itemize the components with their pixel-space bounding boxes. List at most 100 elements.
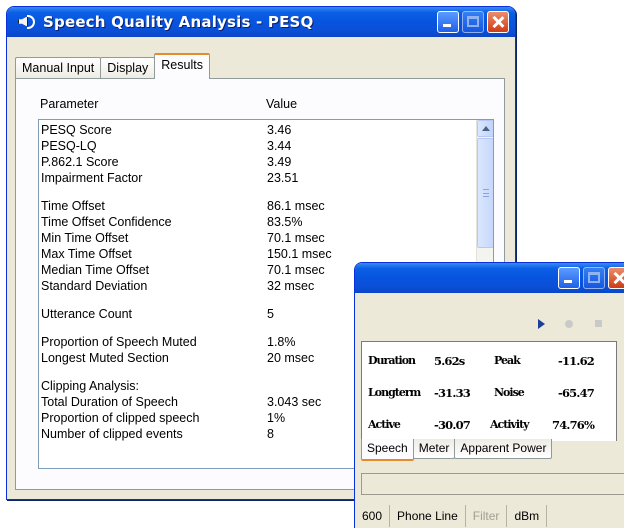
parameter-cell: Longest Muted Section <box>41 351 169 365</box>
value-cell: 70.1 msec <box>267 231 325 245</box>
value-cell <box>267 186 367 198</box>
tab-strip: Manual Input Display Results <box>15 53 210 79</box>
table-row: Proportion of Speech Muted 1.8% <box>41 334 367 350</box>
parameter-cell: Time Offset Confidence <box>41 215 172 229</box>
value-cell: 70.1 msec <box>267 263 325 277</box>
table-row <box>41 294 367 306</box>
reading-label: Peak <box>494 354 521 367</box>
parameter-cell: PESQ Score <box>41 123 112 137</box>
status-line-type: Phone Line <box>390 505 466 527</box>
status-bar: 600 Phone Line Filter dBm <box>355 505 624 528</box>
reading-label: Duration <box>368 354 416 367</box>
table-row: Number of clipped events 8 <box>41 426 367 442</box>
value-cell: 3.44 <box>267 139 292 153</box>
tab-apparent-power[interactable]: Apparent Power <box>454 439 553 459</box>
play-icon[interactable] <box>538 319 545 329</box>
reading-value: -11.62 <box>558 354 595 368</box>
maximize-icon <box>588 272 600 283</box>
close-icon <box>609 268 624 288</box>
parameter-cell <box>41 322 267 334</box>
table-row: PESQ-LQ 3.44 <box>41 138 367 154</box>
reading-value: 74.76% <box>552 418 595 432</box>
tab-meter[interactable]: Meter <box>412 439 456 459</box>
value-cell: 3.49 <box>267 155 292 169</box>
close-icon <box>488 12 508 32</box>
value-cell: 3.043 sec <box>267 395 322 409</box>
status-impedance: 600 <box>355 505 391 527</box>
reading-value: 5.62s <box>434 354 465 368</box>
parameter-cell: PESQ-LQ <box>41 139 97 153</box>
parameter-cell: P.862.1 Score <box>41 155 119 169</box>
reading-value: -31.33 <box>434 386 471 400</box>
tab-display[interactable]: Display <box>100 57 156 79</box>
value-cell: 5 <box>267 307 274 321</box>
reading-label: Active <box>368 418 401 431</box>
minimize-button[interactable] <box>437 11 459 33</box>
parameter-cell: Utterance Count <box>41 307 133 321</box>
value-cell <box>267 378 367 394</box>
parameter-cell: Min Time Offset <box>41 231 129 245</box>
reading-value: -65.47 <box>558 386 595 400</box>
table-row <box>41 322 367 334</box>
meter-titlebar[interactable] <box>355 263 624 293</box>
parameter-cell: Time Offset <box>41 199 105 213</box>
value-cell: 86.1 msec <box>267 199 325 213</box>
speaker-icon <box>17 14 35 30</box>
meter-minimize-button[interactable] <box>558 267 580 289</box>
value-cell: 1.8% <box>267 335 296 349</box>
parameter-cell: Proportion of Speech Muted <box>41 335 197 349</box>
scroll-thumb[interactable] <box>477 138 493 248</box>
parameter-cell: Number of clipped events <box>41 427 183 441</box>
parameter-cell: Total Duration of Speech <box>41 395 178 409</box>
tab-manual-input[interactable]: Manual Input <box>15 57 102 79</box>
tab-results[interactable]: Results <box>154 53 210 79</box>
value-cell: 32 msec <box>267 279 315 293</box>
parameter-cell: Clipping Analysis: <box>41 379 139 393</box>
table-row: Standard Deviation 32 msec <box>41 278 367 294</box>
window-title: Speech Quality Analysis - PESQ <box>43 13 314 31</box>
parameter-cell: Impairment Factor <box>41 171 143 185</box>
table-row: Median Time Offset 70.1 msec <box>41 262 367 278</box>
tab-speech[interactable]: Speech <box>361 439 414 461</box>
value-cell <box>267 366 367 378</box>
record-icon[interactable] <box>565 320 573 328</box>
value-cell: 20 msec <box>267 351 315 365</box>
transport-controls <box>355 317 624 331</box>
table-row: P.862.1 Score 3.49 <box>41 154 367 170</box>
parameter-cell <box>41 294 267 306</box>
table-row: Impairment Factor 23.51 <box>41 170 367 186</box>
meter-window: Duration 5.62s Peak -11.62 Longterm -31.… <box>354 262 624 528</box>
table-row <box>41 186 367 198</box>
parameter-cell <box>41 186 267 198</box>
table-row: Utterance Count 5 <box>41 306 367 322</box>
meter-tab-strip: Speech Meter Apparent Power <box>361 439 553 461</box>
table-row: Total Duration of Speech 3.043 sec <box>41 394 367 410</box>
value-cell: 1% <box>267 411 286 425</box>
reading-label: Activity <box>490 418 530 431</box>
table-row <box>41 366 367 378</box>
results-rows: PESQ Score 3.46 PESQ-LQ 3.44 P.862.1 Score 3.… <box>41 122 367 442</box>
stop-icon[interactable] <box>595 320 602 327</box>
value-cell: 8 <box>267 427 274 441</box>
minimize-icon <box>443 24 451 27</box>
scroll-up-button[interactable] <box>477 120 493 137</box>
column-header-parameter: Parameter <box>40 97 99 111</box>
value-cell: 83.5% <box>267 215 303 229</box>
parameter-cell: Median Time Offset <box>41 263 150 277</box>
parameter-cell <box>41 366 267 378</box>
table-row: Min Time Offset 70.1 msec <box>41 230 367 246</box>
value-cell <box>267 294 367 306</box>
status-units: dBm <box>507 505 548 527</box>
meter-close-button[interactable] <box>608 267 624 289</box>
message-field <box>361 473 624 495</box>
close-button[interactable] <box>487 11 509 33</box>
meter-readings: Duration 5.62s Peak -11.62 Longterm -31.… <box>361 341 617 441</box>
value-cell <box>267 322 367 334</box>
meter-maximize-button[interactable] <box>583 267 605 289</box>
pesq-titlebar[interactable]: Speech Quality Analysis - PESQ <box>7 7 515 37</box>
maximize-button[interactable] <box>462 11 484 33</box>
value-cell: 23.51 <box>267 171 299 185</box>
minimize-icon <box>564 280 572 283</box>
table-row: Time Offset 86.1 msec <box>41 198 367 214</box>
table-row: Proportion of clipped speech 1% <box>41 410 367 426</box>
